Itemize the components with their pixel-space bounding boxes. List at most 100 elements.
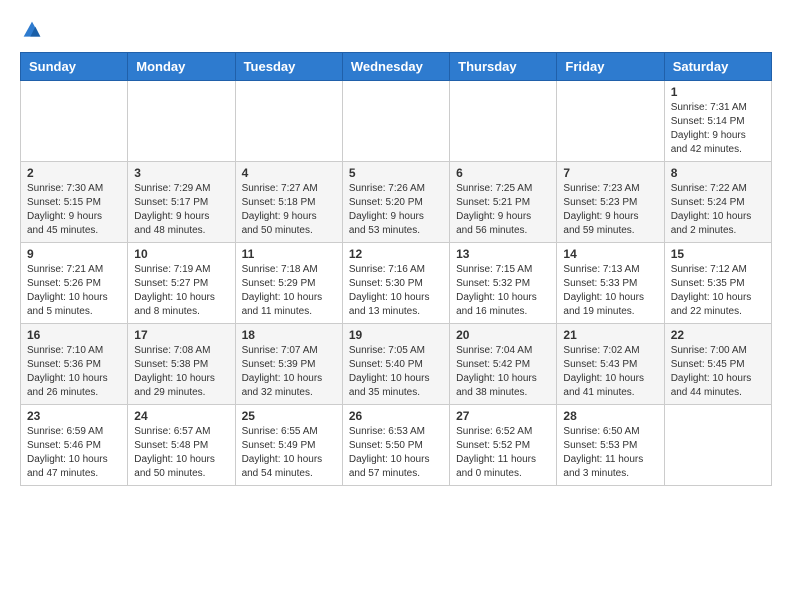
calendar-cell: 7Sunrise: 7:23 AM Sunset: 5:23 PM Daylig…	[557, 162, 664, 243]
calendar-cell: 17 Sunrise: 7:08 AM Sunset: 5:38 PM Dayli…	[128, 324, 235, 405]
day-content: Sunrise: 6:53 AM Sunset: 5:50 PM Dayligh…	[349, 425, 443, 481]
page-header	[20, 20, 772, 42]
day-number: 17	[134, 328, 228, 342]
day-content: Sunrise: 7:16 AM Sunset: 5:30 PM Dayligh…	[349, 263, 443, 319]
day-content: Sunrise: 6:55 AM Sunset: 5:49 PM Dayligh…	[242, 425, 336, 481]
day-content: Sunrise: 7:30 AM Sunset: 5:15 PM Dayligh…	[27, 182, 121, 238]
day-number: 2	[27, 166, 121, 180]
day-content: Sunrise: 7:07 AM Sunset: 5:39 PM Dayligh…	[242, 344, 336, 400]
day-number: 25	[242, 409, 336, 423]
day-number: 22	[671, 328, 765, 342]
day-content: Sunrise: 6:50 AM Sunset: 5:53 PM Dayligh…	[563, 425, 657, 481]
day-number: 7	[563, 166, 657, 180]
calendar-cell: 1 Sunrise: 7:31 AM Sunset: 5:14 PM Daylig…	[664, 81, 771, 162]
calendar-cell: 16 Sunrise: 7:10 AM Sunset: 5:36 PM Dayli…	[21, 324, 128, 405]
calendar-cell: 19 Sunrise: 7:05 AM Sunset: 5:40 PM Dayli…	[342, 324, 449, 405]
calendar-cell	[450, 81, 557, 162]
calendar-header-monday: Monday	[128, 53, 235, 81]
day-content: Sunrise: 7:22 AM Sunset: 5:24 PM Dayligh…	[671, 182, 765, 238]
calendar-header-sunday: Sunday	[21, 53, 128, 81]
calendar-cell: 11 Sunrise: 7:18 AM Sunset: 5:29 PM Dayli…	[235, 243, 342, 324]
day-content: Sunrise: 7:21 AM Sunset: 5:26 PM Dayligh…	[27, 263, 121, 319]
calendar-table: SundayMondayTuesdayWednesdayThursdayFrid…	[20, 52, 772, 486]
day-content: Sunrise: 7:10 AM Sunset: 5:36 PM Dayligh…	[27, 344, 121, 400]
calendar-cell: 4 Sunrise: 7:27 AM Sunset: 5:18 PM Daylig…	[235, 162, 342, 243]
day-number: 13	[456, 247, 550, 261]
day-content: Sunrise: 7:15 AM Sunset: 5:32 PM Dayligh…	[456, 263, 550, 319]
day-content: Sunrise: 7:18 AM Sunset: 5:29 PM Dayligh…	[242, 263, 336, 319]
day-content: Sunrise: 7:25 AM Sunset: 5:21 PM Dayligh…	[456, 182, 550, 238]
day-number: 10	[134, 247, 228, 261]
logo-icon	[22, 20, 42, 40]
calendar-cell: 15 Sunrise: 7:12 AM Sunset: 5:35 PM Dayli…	[664, 243, 771, 324]
calendar-header-thursday: Thursday	[450, 53, 557, 81]
day-number: 12	[349, 247, 443, 261]
day-content: Sunrise: 7:12 AM Sunset: 5:35 PM Dayligh…	[671, 263, 765, 319]
day-number: 26	[349, 409, 443, 423]
day-number: 24	[134, 409, 228, 423]
calendar-cell: 26 Sunrise: 6:53 AM Sunset: 5:50 PM Dayli…	[342, 405, 449, 486]
calendar-cell: 9 Sunrise: 7:21 AM Sunset: 5:26 PM Daylig…	[21, 243, 128, 324]
day-number: 15	[671, 247, 765, 261]
day-content: Sunrise: 7:05 AM Sunset: 5:40 PM Dayligh…	[349, 344, 443, 400]
day-content: Sunrise: 7:02 AM Sunset: 5:43 PM Dayligh…	[563, 344, 657, 400]
day-number: 20	[456, 328, 550, 342]
calendar-week-4: 23 Sunrise: 6:59 AM Sunset: 5:46 PM Dayli…	[21, 405, 772, 486]
calendar-cell: 5 Sunrise: 7:26 AM Sunset: 5:20 PM Daylig…	[342, 162, 449, 243]
calendar-cell	[235, 81, 342, 162]
calendar-cell	[21, 81, 128, 162]
calendar-cell: 27 Sunrise: 6:52 AM Sunset: 5:52 PM Dayli…	[450, 405, 557, 486]
day-number: 4	[242, 166, 336, 180]
day-content: Sunrise: 7:27 AM Sunset: 5:18 PM Dayligh…	[242, 182, 336, 238]
day-number: 6	[456, 166, 550, 180]
calendar-cell: 24 Sunrise: 6:57 AM Sunset: 5:48 PM Dayli…	[128, 405, 235, 486]
day-content: Sunrise: 6:57 AM Sunset: 5:48 PM Dayligh…	[134, 425, 228, 481]
day-content: Sunrise: 7:29 AM Sunset: 5:17 PM Dayligh…	[134, 182, 228, 238]
calendar-week-3: 16 Sunrise: 7:10 AM Sunset: 5:36 PM Dayli…	[21, 324, 772, 405]
day-number: 16	[27, 328, 121, 342]
calendar-cell: 21 Sunrise: 7:02 AM Sunset: 5:43 PM Dayli…	[557, 324, 664, 405]
calendar-cell	[128, 81, 235, 162]
calendar-week-2: 9 Sunrise: 7:21 AM Sunset: 5:26 PM Daylig…	[21, 243, 772, 324]
calendar-cell	[557, 81, 664, 162]
day-number: 28	[563, 409, 657, 423]
calendar-cell: 23 Sunrise: 6:59 AM Sunset: 5:46 PM Dayli…	[21, 405, 128, 486]
calendar-cell: 25 Sunrise: 6:55 AM Sunset: 5:49 PM Dayli…	[235, 405, 342, 486]
calendar-cell: 10 Sunrise: 7:19 AM Sunset: 5:27 PM Dayli…	[128, 243, 235, 324]
calendar-header-tuesday: Tuesday	[235, 53, 342, 81]
day-content: Sunrise: 6:59 AM Sunset: 5:46 PM Dayligh…	[27, 425, 121, 481]
calendar-header-friday: Friday	[557, 53, 664, 81]
day-number: 3	[134, 166, 228, 180]
day-content: Sunrise: 7:26 AM Sunset: 5:20 PM Dayligh…	[349, 182, 443, 238]
calendar-cell: 8 Sunrise: 7:22 AM Sunset: 5:24 PM Daylig…	[664, 162, 771, 243]
calendar-cell: 18 Sunrise: 7:07 AM Sunset: 5:39 PM Dayli…	[235, 324, 342, 405]
calendar-cell: 22 Sunrise: 7:00 AM Sunset: 5:45 PM Dayli…	[664, 324, 771, 405]
day-content: Sunrise: 7:00 AM Sunset: 5:45 PM Dayligh…	[671, 344, 765, 400]
day-content: Sunrise: 6:52 AM Sunset: 5:52 PM Dayligh…	[456, 425, 550, 481]
day-number: 21	[563, 328, 657, 342]
day-content: Sunrise: 7:13 AM Sunset: 5:33 PM Dayligh…	[563, 263, 657, 319]
calendar-cell: 14Sunrise: 7:13 AM Sunset: 5:33 PM Dayli…	[557, 243, 664, 324]
calendar-cell: 28 Sunrise: 6:50 AM Sunset: 5:53 PM Dayli…	[557, 405, 664, 486]
day-number: 1	[671, 85, 765, 99]
day-number: 19	[349, 328, 443, 342]
day-number: 9	[27, 247, 121, 261]
calendar-header-saturday: Saturday	[664, 53, 771, 81]
day-content: Sunrise: 7:19 AM Sunset: 5:27 PM Dayligh…	[134, 263, 228, 319]
calendar-week-0: 1 Sunrise: 7:31 AM Sunset: 5:14 PM Daylig…	[21, 81, 772, 162]
day-number: 27	[456, 409, 550, 423]
calendar-cell: 13 Sunrise: 7:15 AM Sunset: 5:32 PM Dayli…	[450, 243, 557, 324]
day-number: 8	[671, 166, 765, 180]
day-number: 11	[242, 247, 336, 261]
calendar-cell	[342, 81, 449, 162]
day-content: Sunrise: 7:31 AM Sunset: 5:14 PM Dayligh…	[671, 101, 765, 157]
day-content: Sunrise: 7:08 AM Sunset: 5:38 PM Dayligh…	[134, 344, 228, 400]
day-number: 18	[242, 328, 336, 342]
calendar-cell: 3 Sunrise: 7:29 AM Sunset: 5:17 PM Daylig…	[128, 162, 235, 243]
day-number: 23	[27, 409, 121, 423]
logo	[20, 20, 42, 42]
calendar-cell: 2 Sunrise: 7:30 AM Sunset: 5:15 PM Daylig…	[21, 162, 128, 243]
calendar-header-wednesday: Wednesday	[342, 53, 449, 81]
day-number: 5	[349, 166, 443, 180]
calendar-header-row: SundayMondayTuesdayWednesdayThursdayFrid…	[21, 53, 772, 81]
